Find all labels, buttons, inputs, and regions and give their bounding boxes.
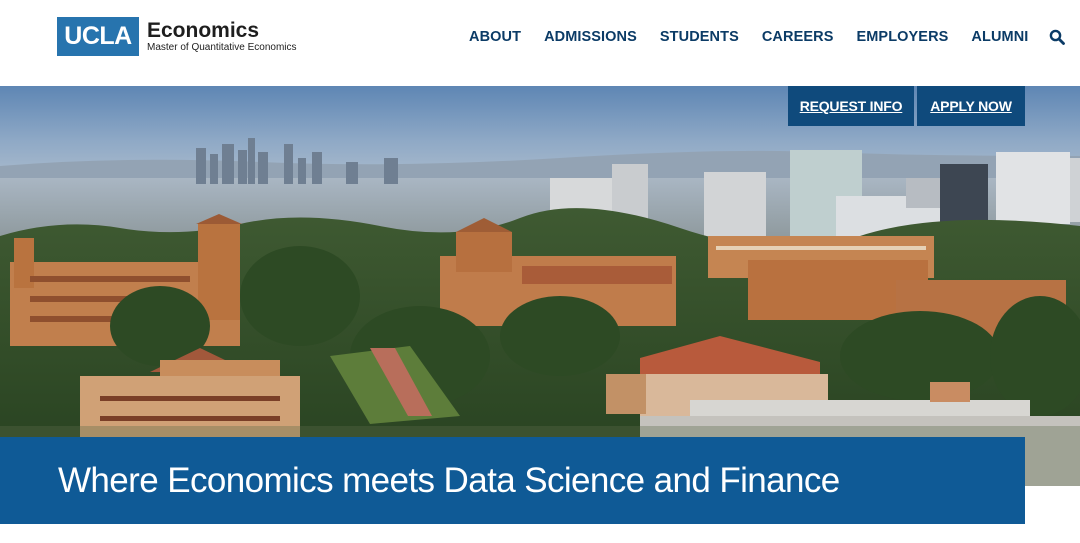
apply-now-button[interactable]: APPLY NOW	[917, 86, 1025, 126]
request-info-button[interactable]: REQUEST INFO	[788, 86, 914, 126]
hero-headline: Where Economics meets Data Science and F…	[58, 460, 840, 500]
nav-item-careers[interactable]: CAREERS	[762, 29, 834, 45]
hero-image	[0, 86, 1080, 486]
nav-item-admissions[interactable]: ADMISSIONS	[544, 29, 637, 45]
hero-banner: Where Economics meets Data Science and F…	[0, 437, 1025, 524]
campus-aerial-photo	[0, 86, 1080, 486]
logo-title: Economics	[147, 19, 260, 42]
logo-subtitle: Master of Quantitative Economics	[147, 42, 297, 53]
ucla-logo-mark: UCLA	[57, 17, 139, 56]
site-header: UCLA Economics Master of Quantitative Ec…	[0, 0, 1080, 86]
nav-item-students[interactable]: STUDENTS	[660, 29, 739, 45]
nav-item-alumni[interactable]: ALUMNI	[971, 29, 1028, 45]
nav-item-employers[interactable]: EMPLOYERS	[856, 29, 948, 45]
logo-text: Economics Master of Quantitative Economi…	[147, 20, 297, 53]
main-nav: ABOUT ADMISSIONS STUDENTS CAREERS EMPLOY…	[469, 29, 1066, 45]
search-icon[interactable]	[1049, 29, 1066, 45]
nav-item-about[interactable]: ABOUT	[469, 29, 521, 45]
site-logo[interactable]: UCLA Economics Master of Quantitative Ec…	[57, 17, 297, 56]
